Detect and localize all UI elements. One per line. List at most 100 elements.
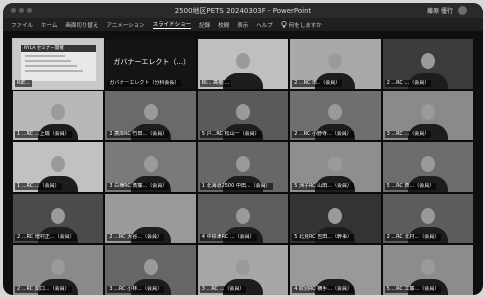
participant-tile[interactable]: 1 ...RC ...上瑞（会員） <box>13 90 104 141</box>
participant-head <box>143 259 158 276</box>
tab-file[interactable]: ファイル <box>11 21 33 29</box>
tab-animations[interactable]: アニメーション <box>106 21 144 29</box>
slide-text-line <box>25 60 71 62</box>
participant-name-label: 3 ...RC ...（会員） <box>199 285 247 293</box>
participant-tile[interactable]: 2 廣岸RC 竹田...（会員） <box>105 90 196 141</box>
participant-head <box>51 104 66 121</box>
slide-text-line <box>25 70 83 72</box>
video-conference-stage: RYLA セミナー開催 RIE... ガバナーエレクト（...） ガバナーエレクト（分… <box>11 38 473 295</box>
tab-home[interactable]: ホーム <box>41 21 57 29</box>
participant-head <box>235 207 250 224</box>
participant-head <box>420 259 435 276</box>
participant-name-label: 1 北海道2500 中田...（会員） <box>199 182 273 190</box>
participant-tile[interactable]: 2 ...RC 小野寺...（会員） <box>290 90 381 141</box>
participant-tile[interactable]: 5 ...RC 工藤...（会員） <box>382 245 473 295</box>
participant-name-label: 2 ...RC 市..（会員） <box>292 79 343 87</box>
participant-head <box>51 259 66 276</box>
participant-head <box>420 52 435 69</box>
participant-tile[interactable]: 3 ...RC ...（会員） <box>382 90 473 141</box>
participant-name-label: RIE... <box>15 79 32 87</box>
participant-head <box>235 156 250 173</box>
participant-tile[interactable]: 5 洲子RC 山田...（会員） <box>290 142 381 192</box>
participant-tile[interactable]: 2 ...RC 北村...（会員） <box>382 193 473 244</box>
participant-head <box>328 52 343 69</box>
participant-tile[interactable]: 2 ...RC 関口...（会員） <box>13 245 104 295</box>
title-bar: 2500地区PETS 20240303F - PowerPoint 藤原 優行 <box>3 3 483 18</box>
tell-me-search[interactable]: 何をしますか <box>281 21 322 29</box>
participant-head <box>328 259 343 276</box>
lightbulb-icon <box>281 21 287 28</box>
participant-name-label: 2 ...RC 関口...（会員） <box>15 285 72 293</box>
participant-head <box>235 104 250 121</box>
tab-record[interactable]: 記録 <box>199 21 210 29</box>
ribbon-tabs: ファイル ホーム 画面切り替え アニメーション スライドショー 記録 校閲 表示… <box>3 18 483 31</box>
tab-help[interactable]: ヘルプ <box>256 21 273 29</box>
participant-grid: RYLA セミナー開催 RIE... ガバナーエレクト（...） ガバナーエレクト（分… <box>11 38 473 295</box>
participant-tile[interactable]: 4 中標津RC ...（会員） <box>197 193 289 244</box>
participant-head <box>420 156 435 173</box>
window-title: 2500地区PETS 20240303F - PowerPoint <box>174 7 312 15</box>
participant-name-label: 2 ...RC 北村...（会員） <box>384 234 442 242</box>
search-label: 何をしますか <box>288 22 322 29</box>
powerpoint-window: 2500地区PETS 20240303F - PowerPoint 藤原 優行 … <box>3 3 483 295</box>
shared-slide-thumbnail: RYLA セミナー開催 <box>21 45 96 81</box>
participant-name-label: 2 廣岸RC 竹田...（会員） <box>107 131 170 139</box>
participant-tile[interactable]: 5 戸...RC 松山一（会員） <box>197 90 289 141</box>
participant-head <box>143 104 158 121</box>
user-avatar[interactable] <box>458 6 467 15</box>
presenter-title: ガバナーエレクト（...） <box>113 58 191 66</box>
participant-tile[interactable]: 2 ...RC 大谷...（会員） <box>105 193 196 244</box>
participant-tile[interactable]: 3 ...RC 小林...（会員） <box>105 245 196 295</box>
participant-tile[interactable]: 3 ...RC ...（会員） <box>197 245 289 295</box>
participant-head <box>143 207 158 224</box>
participant-head <box>235 52 250 69</box>
participant-head <box>51 207 66 224</box>
participant-name-label: 4 中標津RC ...（会員） <box>199 234 257 242</box>
participant-name-label: 5 ...RC 工藤...（会員） <box>384 285 442 293</box>
participant-name-label: 3 ...RC 小林...（会員） <box>107 285 165 293</box>
participant-name-label: 3 ...RC ...（会員） <box>384 131 432 139</box>
participant-tile[interactable]: 2 ...RC ...（会員） <box>382 39 473 89</box>
participant-tile[interactable]: 2 ...RC 市..（会員） <box>290 39 381 89</box>
participant-tile[interactable]: 5 ...RC 斉...（会員） <box>382 142 473 192</box>
participant-head <box>328 207 343 224</box>
user-name[interactable]: 藤原 優行 <box>427 6 453 15</box>
participant-tile[interactable]: 4 紋別RC 横手...（会員） <box>290 245 381 295</box>
participant-name-label: ガバナーエレクト（分科会長） <box>107 79 182 87</box>
participant-head <box>143 156 158 173</box>
tab-slideshow[interactable]: スライドショー <box>152 20 192 29</box>
participant-tile[interactable]: ガバナーエレクト（...） ガバナーエレクト（分科会長） <box>105 39 196 89</box>
slide-text-line <box>25 65 77 67</box>
participant-name-label: 5 北見RC 吉田...（幹事） <box>292 234 355 242</box>
participant-head <box>328 156 343 173</box>
participant-tile[interactable]: 2 ...RC 増村正...（会員） <box>13 193 104 244</box>
participant-tile[interactable]: 1 北海道2500 中田...（会員） <box>197 142 289 192</box>
participant-tile[interactable]: 3 白樺RC 斎藤...（会員） <box>105 142 196 192</box>
participant-name-label: 2 ...RC ...（会員） <box>384 79 432 87</box>
participant-name-label: RI... 髙橋 ... <box>199 79 232 87</box>
participant-name-label: 2 ...RC 大谷...（会員） <box>107 234 165 242</box>
participant-name-label: 1 ...RC ...（会員） <box>15 182 62 190</box>
participant-name-label: 1 ...RC ...上瑞（会員） <box>15 131 72 139</box>
participant-tile[interactable]: 5 北見RC 吉田...（幹事） <box>290 193 381 244</box>
tab-review[interactable]: 校閲 <box>218 21 229 29</box>
slide-text-line <box>25 55 65 57</box>
participant-head <box>420 207 435 224</box>
participant-head <box>51 156 66 173</box>
participant-head <box>328 104 343 121</box>
participant-tile[interactable]: 1 ...RC ...（会員） <box>13 142 104 192</box>
participant-name-label: 2 ...RC 増村正...（会員） <box>15 234 77 242</box>
participant-name-label: 3 白樺RC 斎藤...（会員） <box>107 182 170 190</box>
participant-head <box>420 104 435 121</box>
tab-view[interactable]: 表示 <box>237 21 248 29</box>
participant-tile[interactable]: RYLA セミナー開催 RIE... <box>11 38 105 90</box>
participant-name-label: 5 洲子RC 山田...（会員） <box>292 182 355 190</box>
participant-name-label: 2 ...RC 小野寺...（会員） <box>292 131 354 139</box>
participant-name-label: 5 ...RC 斉...（会員） <box>384 182 437 190</box>
tab-transitions[interactable]: 画面切り替え <box>65 21 98 29</box>
participant-head <box>235 259 250 276</box>
participant-tile[interactable]: RI... 髙橋 ... <box>197 39 289 89</box>
slide-header: RYLA セミナー開催 <box>21 45 96 52</box>
participant-name-label: 4 紋別RC 横手...（会員） <box>292 285 355 293</box>
participant-name-label: 5 戸...RC 松山一（会員） <box>199 131 262 139</box>
